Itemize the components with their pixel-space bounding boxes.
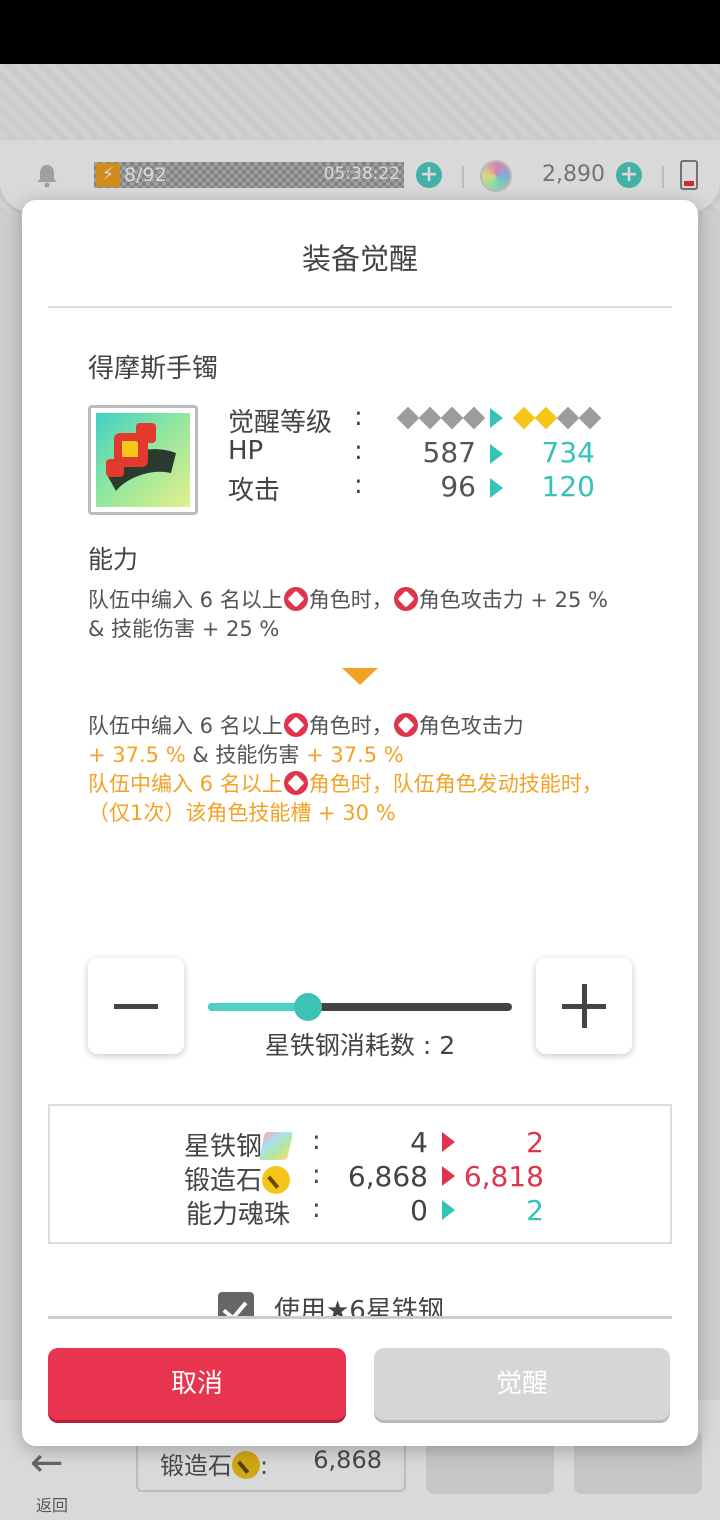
star-diamond-filled <box>512 406 536 430</box>
bracelet-icon <box>88 405 198 515</box>
steel-new-value: 2 <box>526 1126 544 1159</box>
star-diamond-empty <box>396 406 420 430</box>
steel-label: 星铁钢 <box>184 1126 293 1163</box>
fire-element-icon <box>393 713 418 737</box>
arrow-right-icon <box>490 444 503 464</box>
awaken-button[interactable]: 觉醒 <box>374 1348 670 1420</box>
fire-element-icon <box>283 587 308 611</box>
forge-stone-icon <box>262 1166 290 1194</box>
dialog-title: 装备觉醒 <box>301 242 418 276</box>
cancel-button[interactable]: 取消 <box>48 1348 346 1420</box>
soul-orb-old-value: 0 <box>410 1194 428 1227</box>
arrow-right-icon <box>442 1166 455 1186</box>
arrow-right-icon <box>442 1200 455 1220</box>
plus-icon-vertical <box>582 984 587 1028</box>
forge-stone-old-value: 6,868 <box>347 1160 428 1193</box>
system-status-bar <box>0 0 720 64</box>
soul-orb-new-value: 2 <box>526 1194 544 1227</box>
star-diamond-empty <box>578 406 602 430</box>
star-diamond-empty <box>556 406 580 430</box>
star-diamond-empty <box>462 406 486 430</box>
fire-element-icon <box>283 713 308 737</box>
star-diamond-filled <box>534 406 558 430</box>
attack-old-value: 96 <box>440 470 476 503</box>
awaken-level-label: 觉醒等级 <box>228 408 333 438</box>
star-diamond-empty <box>418 406 442 430</box>
awaken-level-colon: : <box>354 402 363 432</box>
forge-stone-new-value: 6,818 <box>463 1160 544 1193</box>
forge-stone-label: 锻造石 <box>184 1160 290 1197</box>
cost-colon: : <box>312 1194 321 1224</box>
title-divider <box>48 306 672 308</box>
hp-new-value: 734 <box>541 436 595 469</box>
material-cost-box: 星铁钢 : 4 2 锻造石 : 6,868 6,818 能力魂珠 : 0 2 <box>48 1104 672 1244</box>
hp-label: HP <box>228 436 264 466</box>
steel-consumption-caption: 星铁钢消耗数 : 2 <box>264 1031 456 1060</box>
steel-old-value: 4 <box>410 1126 428 1159</box>
steel-count-slider[interactable] <box>208 993 512 1021</box>
slider-thumb[interactable] <box>294 993 322 1021</box>
attack-new-value: 120 <box>541 470 595 503</box>
star-diamond-empty <box>440 406 464 430</box>
fire-element-icon <box>393 587 418 611</box>
star-steel-icon <box>259 1132 293 1160</box>
ability-label: 能力 <box>88 545 139 574</box>
cost-colon: : <box>312 1160 321 1190</box>
soul-orb-label: 能力魂珠 <box>185 1200 290 1230</box>
slider-fill <box>208 1003 308 1011</box>
minus-icon <box>114 1004 158 1009</box>
attack-colon: : <box>354 470 363 500</box>
ability-after: 队伍中编入 6 名以上 角色时， 角色攻击力 + 37.5 % & 技能伤害 + 3… <box>88 713 603 825</box>
hp-colon: : <box>354 436 363 466</box>
ability-before: 队伍中编入 6 名以上 角色时， 角色攻击力 + 25 % & 技能伤害 + 25 … <box>88 587 609 641</box>
arrow-right-icon <box>490 478 503 498</box>
equipment-awaken-dialog: 装备觉醒 得摩斯手镯 觉醒等级 : HP : 587 734 攻击 : 96 1… <box>22 200 698 1446</box>
hp-old-value: 587 <box>422 436 476 469</box>
cost-colon: : <box>312 1126 321 1156</box>
item-name: 得摩斯手镯 <box>88 354 219 384</box>
fire-element-icon <box>283 771 308 795</box>
attack-label: 攻击 <box>228 476 281 506</box>
footer-divider <box>48 1316 672 1319</box>
arrow-right-icon <box>490 408 503 428</box>
down-arrow-icon <box>342 668 378 685</box>
arrow-right-icon <box>442 1132 455 1152</box>
